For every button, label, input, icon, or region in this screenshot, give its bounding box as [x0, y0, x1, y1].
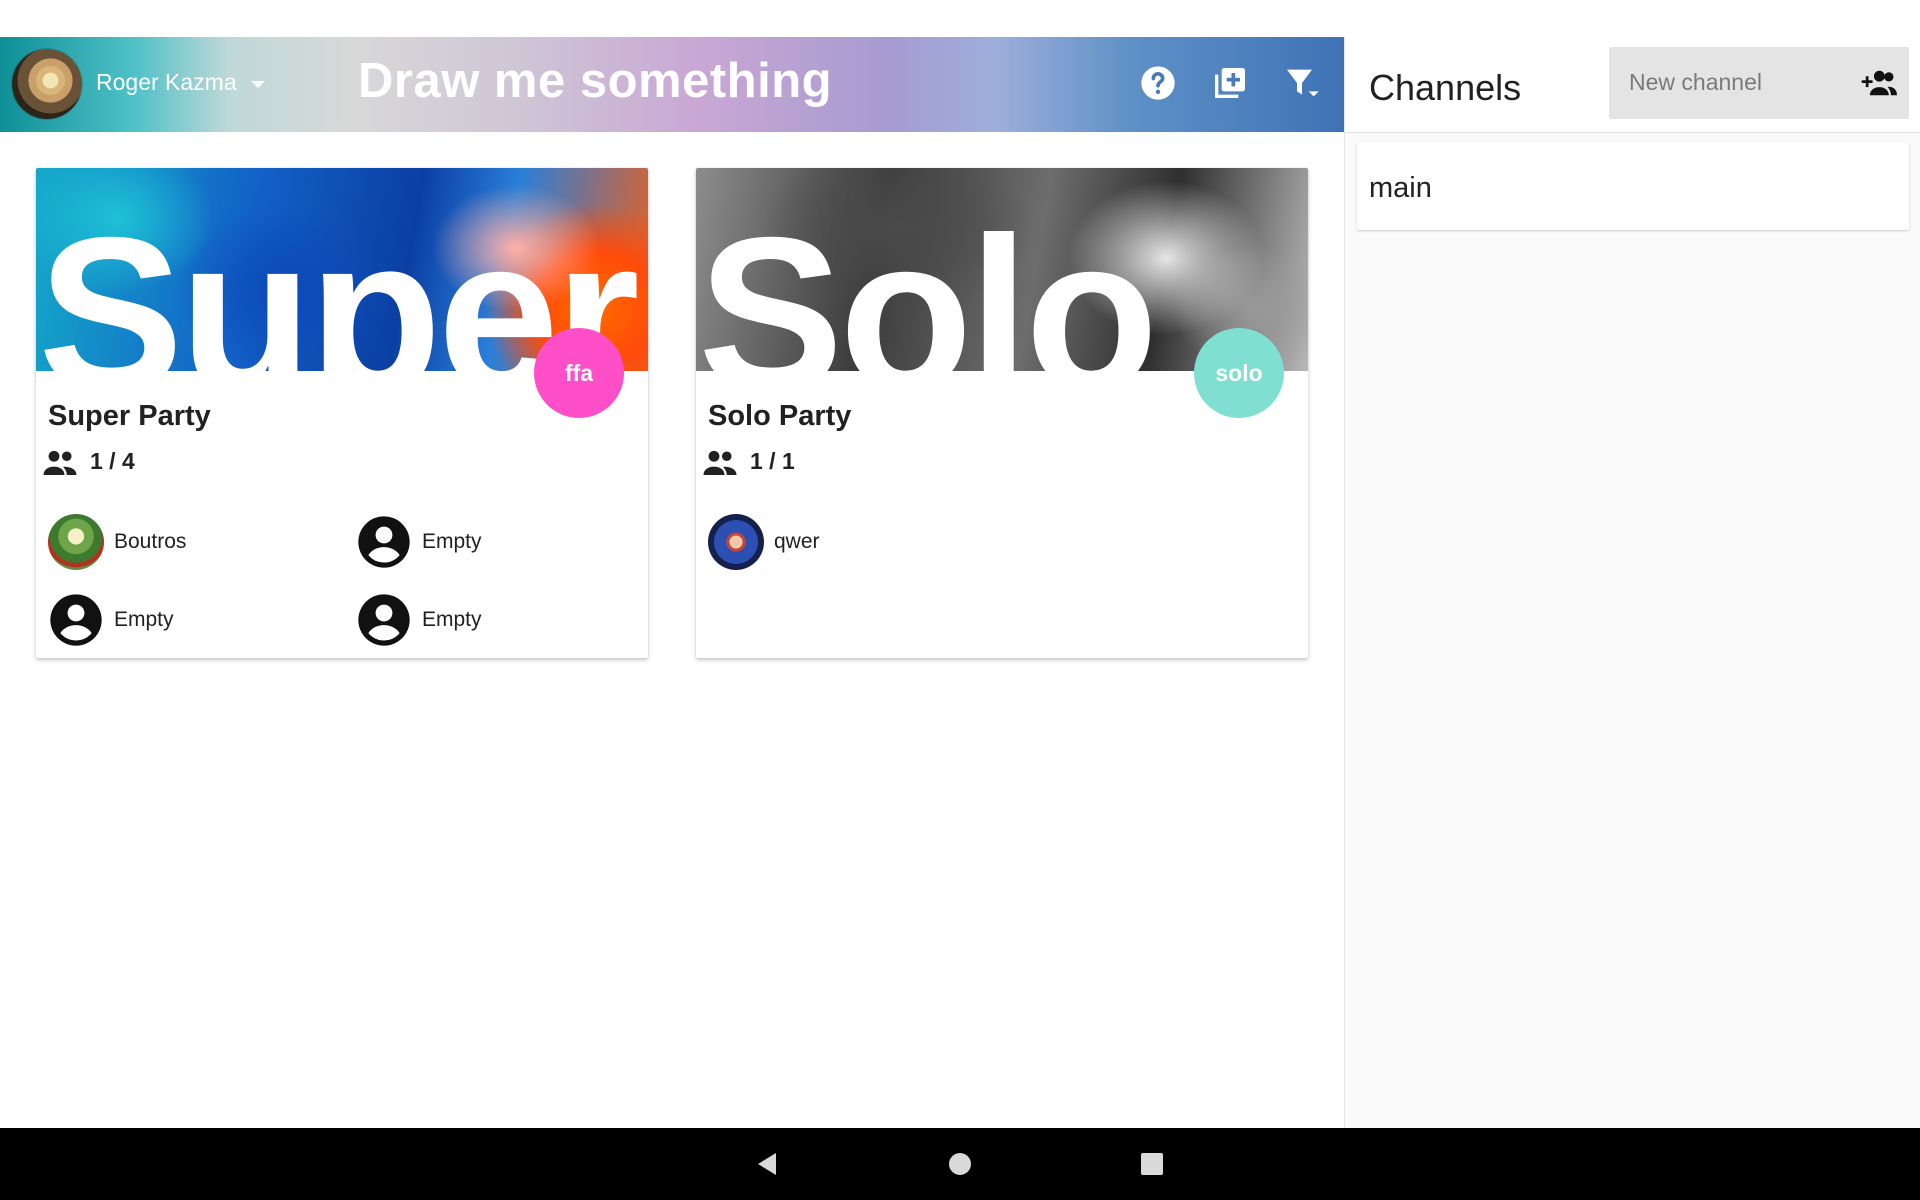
navigation-bar [0, 1128, 1920, 1200]
app-header: Roger Kazma Draw me something [0, 37, 1344, 132]
player-name: Empty [114, 608, 174, 631]
account-circle-icon [48, 592, 104, 648]
account-circle-icon [356, 514, 412, 570]
player-name: qwer [774, 530, 820, 553]
channel-item[interactable]: main [1357, 142, 1909, 230]
account-circle-icon [356, 592, 412, 648]
channels-panel: Channels main [1344, 37, 1920, 1128]
back-icon[interactable] [752, 1148, 784, 1180]
player-slot: Empty [356, 592, 636, 648]
channel-label: main [1369, 172, 1432, 204]
player-count: 1 / 1 [750, 448, 795, 474]
player-avatar [708, 514, 764, 570]
player-slot: Empty [356, 514, 636, 570]
app-title: Draw me something [358, 54, 833, 108]
player-slot: Boutros [48, 514, 338, 570]
party-card-solo[interactable]: Solo solo Solo Party 1 / 1 qwer [696, 168, 1308, 658]
party-type-badge: solo [1194, 328, 1284, 418]
user-avatar[interactable] [12, 49, 82, 119]
caret-down-icon[interactable] [251, 81, 265, 88]
player-name: Empty [422, 530, 482, 553]
party-type-badge: ffa [534, 328, 624, 418]
party-title: Solo Party [708, 400, 852, 432]
people-icon [42, 448, 78, 478]
channels-title: Channels [1369, 67, 1522, 108]
people-icon [702, 448, 738, 478]
player-count: 1 / 4 [90, 448, 135, 474]
party-title: Super Party [48, 400, 211, 432]
new-channel-input[interactable] [1627, 63, 1851, 101]
player-name: Boutros [114, 530, 187, 553]
group-add-icon[interactable] [1859, 67, 1897, 99]
player-name: Empty [422, 608, 482, 631]
player-slot: qwer [708, 514, 998, 570]
new-channel-box [1609, 47, 1909, 119]
player-avatar [48, 514, 104, 570]
party-card-super[interactable]: Super ffa Super Party 1 / 4 Boutros Empt… [36, 168, 648, 658]
channels-header: Channels [1345, 37, 1920, 133]
recents-icon[interactable] [1136, 1148, 1168, 1180]
filter-icon[interactable] [1282, 63, 1322, 103]
status-bar [0, 0, 1920, 37]
home-icon[interactable] [944, 1148, 976, 1180]
player-slot: Empty [48, 592, 338, 648]
add-box-icon[interactable] [1210, 63, 1250, 103]
user-name[interactable]: Roger Kazma [96, 69, 237, 96]
help-icon[interactable] [1138, 63, 1178, 103]
hero-word: Solo [698, 193, 1158, 372]
